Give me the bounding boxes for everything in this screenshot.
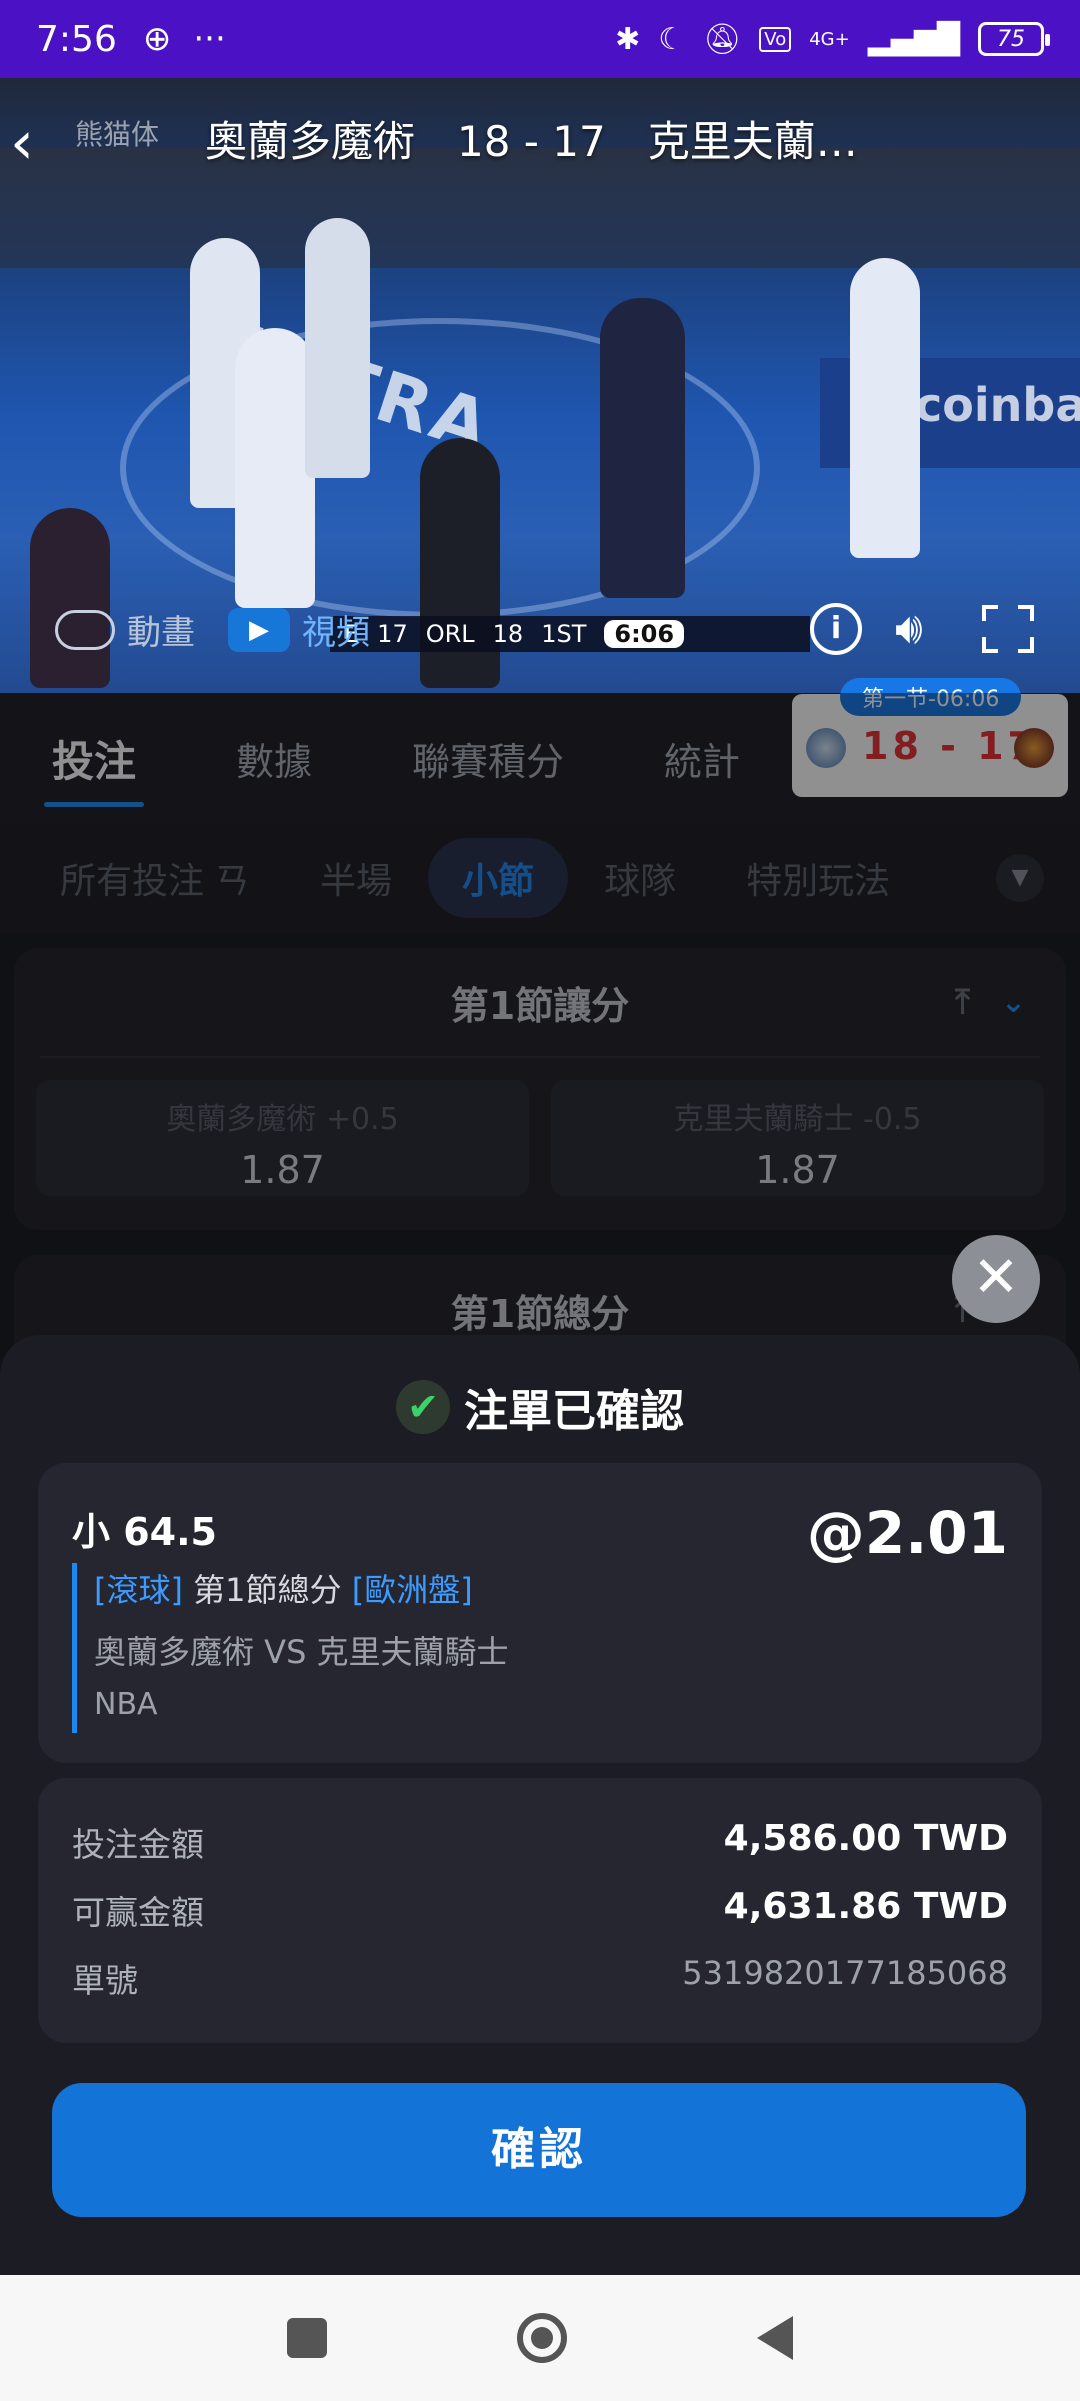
summary-row-ticket: 單號 5319820177185068 xyxy=(72,1954,1008,2002)
summary-value: 4,586.00 TWD xyxy=(723,1818,1008,1859)
sheet-title: 注單已確認 xyxy=(464,1386,684,1437)
summary-label: 投注金額 xyxy=(72,1825,204,1864)
bet-odds: @2.01 xyxy=(806,1499,1008,1567)
ticket-number: 5319820177185068 xyxy=(682,1954,1008,1992)
moon-icon: ☾ xyxy=(658,21,686,57)
battery-icon: 75 xyxy=(978,22,1050,56)
home-icon[interactable] xyxy=(517,2313,567,2363)
bet-pick: 小 64.5 xyxy=(72,1510,217,1554)
broadcaster-logo: 熊猫体 xyxy=(75,118,160,151)
network-label: 4G+ xyxy=(809,28,850,50)
bet-market: 第1節總分 xyxy=(193,1571,342,1609)
player xyxy=(600,298,685,598)
animation-label: 動畫 xyxy=(127,613,195,653)
match-title: 奧蘭多魔術 18 - 17 克里夫蘭… xyxy=(205,117,858,166)
video-player[interactable]: ULTRA coinbas ‹ 熊猫体 奧蘭多魔術 18 - 17 克里夫蘭… … xyxy=(0,78,1080,693)
system-nav-bar xyxy=(0,2275,1080,2401)
more-dots: ··· xyxy=(193,19,226,59)
bet-league: NBA xyxy=(94,1687,158,1722)
mute-bell-icon: 🔕︎ xyxy=(703,21,742,57)
video-button[interactable]: ▶ 視頻 xyxy=(228,605,370,654)
status-time: 7:56 xyxy=(36,18,117,60)
video-controls: 動畫 ▶ 視頻 i 🔊︎ xyxy=(0,595,1080,665)
accent-bar xyxy=(72,1563,77,1733)
sheet-header: ✔ 注單已確認 xyxy=(0,1375,1080,1439)
basketball-icon: ⊕ xyxy=(142,19,172,59)
board-ad-coinbase: coinbas xyxy=(915,378,1080,432)
animation-icon xyxy=(55,609,115,650)
volume-icon[interactable]: 🔊︎ xyxy=(895,603,923,654)
signal-icon: ▂▄▆█ xyxy=(867,21,960,57)
confirm-button[interactable]: 確認 xyxy=(52,2083,1026,2217)
video-label: 視頻 xyxy=(302,613,370,653)
summary-label: 可赢金額 xyxy=(72,1893,204,1932)
info-icon[interactable]: i xyxy=(810,603,862,655)
play-icon: ▶ xyxy=(228,607,290,652)
fullscreen-icon[interactable] xyxy=(982,605,1034,653)
bet-summary: 投注金額 4,586.00 TWD 可赢金額 4,631.86 TWD 單號 5… xyxy=(38,1778,1042,2043)
back-nav-icon[interactable] xyxy=(757,2316,793,2360)
bet-slip-card: 小 64.5 @2.01 [滾球] 第1節總分 [歐洲盤] 奧蘭多魔術 VS 克… xyxy=(38,1463,1042,1763)
summary-value: 4,631.86 TWD xyxy=(723,1886,1008,1927)
bet-match: 奧蘭多魔術 VS 克里夫蘭騎士 xyxy=(94,1633,509,1671)
battery-level: 75 xyxy=(997,26,1025,52)
bet-confirmation-sheet: ✔ 注單已確認 小 64.5 @2.01 [滾球] 第1節總分 [歐洲盤] 奧蘭… xyxy=(0,1335,1080,2275)
summary-row-stake: 投注金額 4,586.00 TWD xyxy=(72,1818,1008,1866)
recents-icon[interactable] xyxy=(287,2318,327,2358)
odds-type-tag: [歐洲盤] xyxy=(351,1571,473,1609)
live-tag: [滾球] xyxy=(94,1571,183,1609)
summary-label: 單號 xyxy=(72,1961,138,2000)
animation-button[interactable]: 動畫 xyxy=(55,605,195,654)
bet-market-line: [滾球] 第1節總分 [歐洲盤] xyxy=(94,1565,473,1611)
player xyxy=(305,218,370,478)
back-icon[interactable]: ‹ xyxy=(10,108,34,178)
status-bar: 7:56 ⊕ ··· ✱ ☾ 🔕︎ Vo 4G+ ▂▄▆█ 75 xyxy=(0,0,1080,78)
player xyxy=(850,258,920,558)
close-icon[interactable]: ✕ xyxy=(952,1235,1040,1323)
summary-row-payout: 可赢金額 4,631.86 TWD xyxy=(72,1886,1008,1934)
player xyxy=(235,328,315,608)
bluetooth-icon: ✱ xyxy=(615,21,641,57)
volte-icon: Vo xyxy=(759,26,792,52)
check-icon: ✔ xyxy=(396,1380,450,1434)
